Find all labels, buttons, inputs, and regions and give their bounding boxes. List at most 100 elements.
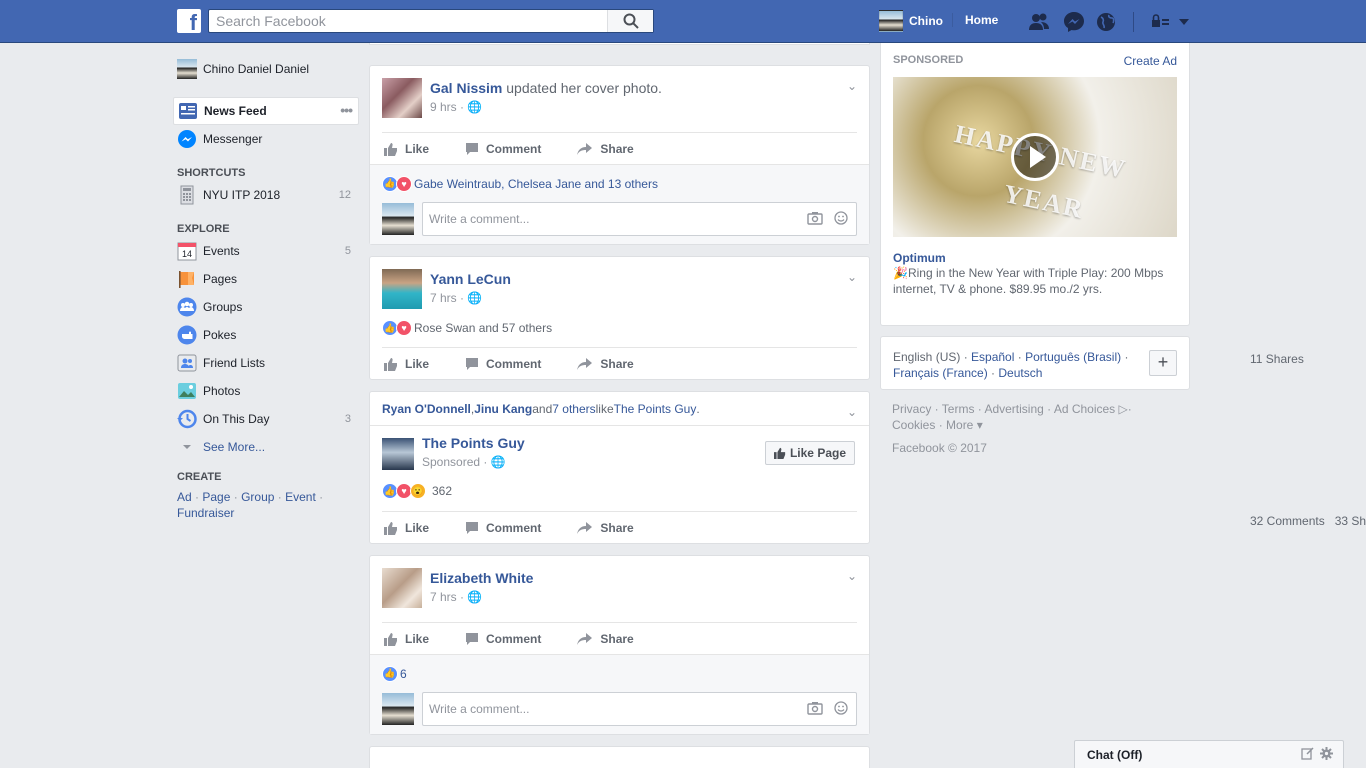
comment-button[interactable]: Comment (463, 521, 541, 535)
sidebar-item-news-feed[interactable]: News Feed ••• (173, 97, 359, 125)
comments-count[interactable]: 32 Comments (1250, 514, 1325, 528)
facebook-logo[interactable]: f (177, 9, 201, 33)
post-actions: Like Comment Share (382, 511, 857, 543)
ad-advertiser-name[interactable]: Optimum (893, 251, 1177, 265)
emoji-icon[interactable] (834, 701, 848, 715)
language-link[interactable]: Español (971, 350, 1014, 364)
reactions-summary[interactable]: 👍 ♥ Rose Swan and 57 others 11 Shares (370, 309, 1304, 366)
like-button[interactable]: Like (382, 142, 429, 156)
post-author[interactable]: Gal Nissim (430, 80, 502, 96)
comment-button[interactable]: Comment (463, 357, 541, 371)
create-group-link[interactable]: Group (241, 490, 274, 504)
share-button[interactable]: Share (575, 142, 634, 156)
camera-icon[interactable] (807, 701, 823, 715)
post-author[interactable]: Elizabeth White (430, 569, 533, 588)
sponsored-label[interactable]: Sponsored · (422, 455, 491, 469)
camera-icon[interactable] (807, 211, 823, 225)
share-arrow-icon (577, 142, 593, 155)
sidebar-item-pages[interactable]: Pages (173, 265, 359, 293)
friend-link[interactable]: Ryan O'Donnell (382, 402, 471, 416)
language-link[interactable]: Français (France) (893, 366, 988, 380)
sidebar-item-profile[interactable]: Chino Daniel Daniel (173, 55, 359, 83)
avatar[interactable] (382, 269, 422, 309)
shares-count[interactable]: 11 Shares (1250, 352, 1366, 366)
emoji-icon[interactable] (834, 211, 848, 225)
sidebar-item-messenger[interactable]: Messenger (173, 125, 359, 153)
create-ad-link[interactable]: Ad (177, 490, 192, 504)
create-event-link[interactable]: Event (285, 490, 316, 504)
post-options-chevron-icon[interactable]: ⌄ (847, 79, 857, 93)
page-link[interactable]: The Points Guy (614, 402, 697, 416)
comment-button[interactable]: Comment (463, 632, 541, 646)
share-button[interactable]: Share (575, 357, 634, 371)
reactions-summary[interactable]: 👍♥😮 362 32 Comments 33 Shares (370, 471, 1366, 528)
post-author[interactable]: Yann LeCun (430, 270, 511, 289)
comment-button[interactable]: Comment (463, 142, 541, 156)
share-button[interactable]: Share (575, 632, 634, 646)
see-more-link: See More... (203, 440, 266, 454)
post-author[interactable]: The Points Guy (422, 434, 525, 453)
language-link[interactable]: Deutsch (998, 366, 1042, 380)
chevron-down-icon (183, 445, 191, 449)
sidebar-item-events[interactable]: 14 Events 5 (173, 237, 359, 265)
reactions-summary[interactable]: 👍 6 (370, 654, 869, 692)
feed-post: Gal Nissim updated her cover photo. 9 hr… (369, 65, 870, 245)
chevron-down-icon[interactable] (1177, 11, 1191, 33)
avatar[interactable] (382, 568, 422, 608)
sidebar-item-nyu-itp-2018[interactable]: NYU ITP 2018 12 (173, 181, 359, 209)
compose-icon[interactable] (1301, 747, 1314, 760)
create-page-link[interactable]: Page (202, 490, 230, 504)
top-user-profile-link[interactable]: Chino (879, 10, 943, 32)
ad-description[interactable]: 🎉Ring in the New Year with Triple Play: … (893, 265, 1177, 297)
share-button[interactable]: Share (575, 521, 634, 535)
notification-count: 3 (344, 413, 351, 425)
sidebar-item-friend-lists[interactable]: Friend Lists (173, 349, 359, 377)
right-column: SPONSORED Create Ad HAPPY NEW YEAR Optim… (880, 43, 1190, 455)
messenger-icon[interactable] (1063, 11, 1085, 33)
lock-menu-icon[interactable] (1150, 11, 1170, 33)
sidebar-item-label: NYU ITP 2018 (203, 188, 281, 202)
comment-input[interactable]: Write a comment... (422, 692, 857, 726)
friend-requests-icon[interactable] (1028, 11, 1050, 33)
search-input[interactable] (209, 10, 607, 32)
like-button[interactable]: Like (382, 521, 429, 535)
ad-image-text: YEAR (1000, 178, 1087, 225)
post-time[interactable]: 7 hrs · (430, 590, 467, 604)
like-button[interactable]: Like (382, 632, 429, 646)
comment-icon (466, 632, 479, 645)
others-link[interactable]: 7 others (552, 402, 595, 416)
post-time[interactable]: 7 hrs · (430, 291, 467, 305)
add-language-button[interactable]: + (1149, 350, 1177, 376)
sidebar-see-more[interactable]: See More... (173, 433, 359, 461)
sidebar-item-on-this-day[interactable]: On This Day 3 (173, 405, 359, 433)
friend-link[interactable]: Jinu Kang (474, 402, 532, 416)
sidebar-item-photos[interactable]: Photos (173, 377, 359, 405)
create-ad-link[interactable]: Create Ad (1124, 54, 1177, 68)
like-page-button[interactable]: Like Page (764, 441, 855, 465)
chat-bar[interactable]: Chat (Off) (1074, 740, 1344, 768)
language-link[interactable]: Português (Brasil) (1025, 350, 1121, 364)
sidebar-item-groups[interactable]: Groups (173, 293, 359, 321)
home-link[interactable]: Home (952, 13, 998, 27)
ad-video-thumbnail[interactable]: HAPPY NEW YEAR (893, 77, 1177, 237)
sidebar-item-label: News Feed (204, 104, 267, 118)
sidebar-item-pokes[interactable]: Pokes (173, 321, 359, 349)
post-options-chevron-icon[interactable]: ⌄ (847, 405, 857, 419)
create-fundraiser-link[interactable]: Fundraiser (177, 506, 234, 520)
gear-icon[interactable] (1320, 747, 1333, 760)
comment-input[interactable]: Write a comment... (422, 202, 857, 236)
shares-count[interactable]: 33 Shares (1335, 514, 1366, 528)
share-arrow-icon (577, 357, 593, 370)
search-button[interactable] (607, 10, 653, 32)
reactions-summary[interactable]: 👍 ♥ Gabe Weintraub, Chelsea Jane and 13 o… (370, 164, 869, 202)
post-time[interactable]: 9 hrs · (430, 100, 467, 114)
post-options-chevron-icon[interactable]: ⌄ (847, 569, 857, 583)
more-options-icon[interactable]: ••• (340, 102, 353, 118)
avatar[interactable] (382, 438, 414, 470)
footer-links[interactable]: Privacy · Terms · Advertising · Ad Choic… (880, 401, 1190, 433)
play-icon[interactable] (1011, 133, 1059, 181)
avatar[interactable] (382, 78, 422, 118)
notifications-globe-icon[interactable] (1095, 11, 1117, 33)
post-options-chevron-icon[interactable]: ⌄ (847, 270, 857, 284)
like-button[interactable]: Like (382, 357, 429, 371)
